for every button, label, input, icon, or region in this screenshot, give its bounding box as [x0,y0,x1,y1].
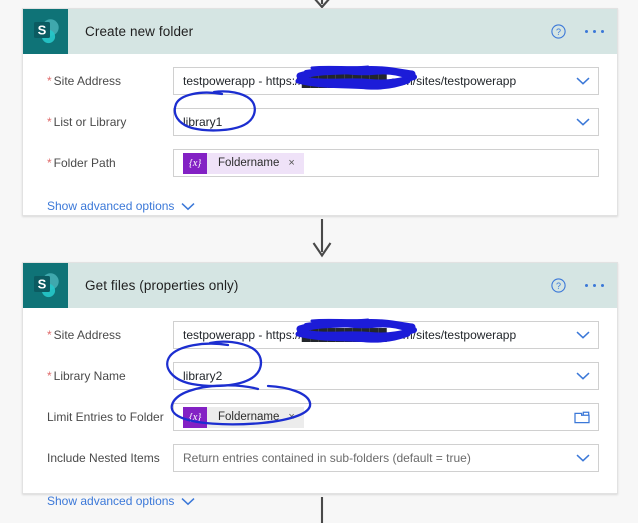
field-row-list-or-library: * List or Library library1 [23,108,617,136]
library-name-value: library2 [183,369,223,383]
folder-picker-icon[interactable] [574,410,590,424]
required-asterisk: * [47,369,52,383]
show-advanced-options-create[interactable]: Show advanced options [23,196,617,216]
show-advanced-options-getfiles[interactable]: Show advanced options [23,491,617,511]
action-card-get-files-properties-only[interactable]: S Get files (properties only) ? * Site Ad… [22,262,618,508]
field-label-library-name: * Library Name [47,369,126,383]
site-address-value: testpowerapp - https://██████████.com/si… [183,328,517,342]
site-address-value: testpowerapp - https://██████████.com/si… [183,74,517,88]
help-circle-icon[interactable]: ? [551,24,566,39]
list-or-library-value: library1 [183,115,223,129]
svg-text:?: ? [556,281,561,291]
folder-path-input[interactable]: {x} Foldername × [173,149,599,177]
limit-entries-to-folder-input[interactable]: {x} Foldername × [173,403,599,431]
card-title: Create new folder [85,24,194,39]
site-address-dropdown[interactable]: testpowerapp - https://██████████.com/si… [173,67,599,95]
field-label-list-or-library: * List or Library [47,115,127,129]
field-row-library-name: * Library Name library2 [23,362,617,390]
token-remove-icon[interactable]: × [288,157,294,169]
field-row-site-address: * Site Address testpowerapp - https://███… [23,321,617,349]
chevron-down-icon [181,497,195,505]
chevron-down-icon[interactable] [576,331,590,340]
svg-text:S: S [38,277,47,292]
action-card-create-new-folder[interactable]: S Create new folder ? * Site Address test… [22,8,618,216]
list-or-library-dropdown[interactable]: library1 [173,108,599,136]
include-nested-items-value: Return entries contained in sub-folders … [183,451,471,465]
card-body: * Site Address testpowerapp - https://███… [23,54,617,216]
token-body: Foldername × [207,152,304,174]
help-circle-icon[interactable]: ? [551,278,566,293]
chevron-down-icon[interactable] [576,77,590,86]
ellipsis-icon[interactable] [583,24,606,39]
svg-text:?: ? [556,27,561,37]
sharepoint-icon: S [23,9,68,54]
card-body: * Site Address testpowerapp - https://███… [23,308,617,511]
chevron-down-icon [181,202,195,210]
required-asterisk: * [47,115,52,129]
site-address-dropdown[interactable]: testpowerapp - https://██████████.com/si… [173,321,599,349]
token-label: Foldername [218,411,280,423]
field-label-site-address: * Site Address [47,74,122,88]
field-row-limit-entries-to-folder: Limit Entries to Folder {x} Foldername × [23,403,617,431]
field-label-include-nested-items: Include Nested Items [47,451,160,465]
required-asterisk: * [47,74,52,88]
ellipsis-icon[interactable] [583,278,606,293]
include-nested-items-dropdown[interactable]: Return entries contained in sub-folders … [173,444,599,472]
show-advanced-options-label: Show advanced options [47,494,175,508]
field-label-site-address: * Site Address [47,328,122,342]
token-remove-icon[interactable]: × [288,411,294,423]
show-advanced-options-label: Show advanced options [47,199,175,213]
dynamic-content-token[interactable]: {x} Foldername × [183,152,304,174]
field-label-limit-entries-to-folder: Limit Entries to Folder [47,410,164,424]
chevron-down-icon[interactable] [576,454,590,463]
chevron-down-icon[interactable] [576,372,590,381]
sharepoint-icon: S [23,263,68,308]
library-name-dropdown[interactable]: library2 [173,362,599,390]
card-title: Get files (properties only) [85,278,239,293]
field-row-include-nested-items: Include Nested Items Return entries cont… [23,444,617,472]
token-body: Foldername × [207,406,304,428]
card-header[interactable]: S Get files (properties only) ? [23,263,617,308]
svg-text:S: S [38,23,47,38]
card-header-actions: ? [551,9,606,54]
required-asterisk: * [47,328,52,342]
token-label: Foldername [218,157,280,169]
dynamic-content-token[interactable]: {x} Foldername × [183,406,304,428]
field-row-site-address: * Site Address testpowerapp - https://███… [23,67,617,95]
expression-token-icon: {x} [183,152,207,174]
required-asterisk: * [47,156,52,170]
chevron-down-icon[interactable] [576,118,590,127]
field-row-folder-path: * Folder Path {x} Foldername × [23,149,617,177]
flow-designer-canvas: S Create new folder ? * Site Address test… [0,0,638,523]
expression-token-icon: {x} [183,406,207,428]
card-header[interactable]: S Create new folder ? [23,9,617,54]
field-label-folder-path: * Folder Path [47,156,116,170]
card-header-actions: ? [551,263,606,308]
